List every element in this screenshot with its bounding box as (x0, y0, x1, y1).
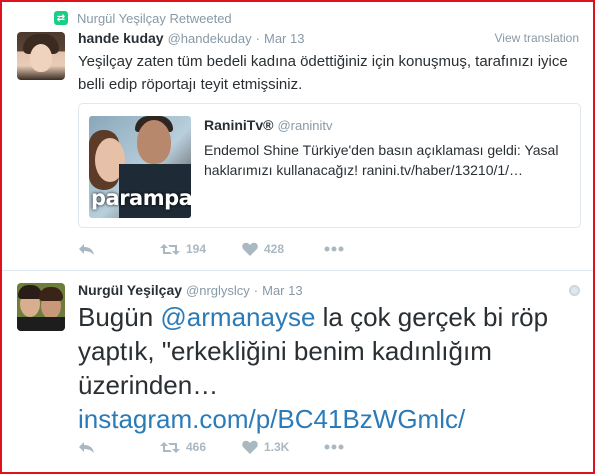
like-count: 1.3K (264, 440, 290, 454)
reply-icon (79, 243, 94, 255)
retweet-icon (160, 243, 180, 255)
reply-button[interactable] (78, 243, 160, 256)
retweet-context-label[interactable]: Nurgül Yeşilçay Retweeted (77, 11, 232, 26)
tweet-header: hande kuday @handekuday · Mar 13 (78, 30, 304, 46)
retweet-context: ⇄ Nurgül Yeşilçay Retweeted (54, 10, 232, 26)
tweet-divider (2, 270, 593, 271)
tweet-actions: 194 428 (78, 242, 344, 256)
tweet-header: Nurgül Yeşilçay @nrglyslcy · Mar 13 (78, 282, 303, 298)
reply-button[interactable] (78, 441, 160, 454)
quoted-tweet-card[interactable]: parampa RaniniTv® @raninitv Endemol Shine… (78, 103, 581, 228)
tweet-text: Bugün @armanayse la çok gerçek bi röp ya… (78, 300, 588, 436)
author-handle[interactable]: @handekuday (168, 31, 252, 46)
tweet-text-start: Bugün (78, 302, 161, 332)
avatar[interactable] (17, 283, 65, 331)
retweet-button[interactable]: 466 (160, 440, 242, 454)
retweet-count: 466 (186, 440, 207, 454)
retweet-count: 194 (186, 242, 207, 256)
separator-dot: · (253, 283, 259, 298)
card-author-handle: @raninitv (277, 118, 333, 133)
screenshot-frame: ⇄ Nurgül Yeşilçay Retweeted hande kuday … (0, 0, 595, 474)
view-translation-link[interactable]: View translation (495, 31, 580, 45)
heart-icon (242, 242, 258, 256)
tweet-timestamp[interactable]: Mar 13 (262, 283, 302, 298)
like-count: 428 (264, 242, 285, 256)
more-icon (324, 444, 344, 450)
card-thumbnail-logo: parampa (91, 186, 191, 210)
author-handle[interactable]: @nrglyslcy (186, 283, 250, 298)
author-name[interactable]: Nurgül Yeşilçay (78, 282, 182, 298)
card-thumbnail: parampa (89, 116, 191, 218)
more-button[interactable] (324, 444, 344, 450)
tweet-text: Yeşilçay zaten tüm bedeli kadına ödettiğ… (78, 53, 568, 93)
card-text: Endemol Shine Türkiye'den basın açıklama… (204, 142, 559, 178)
heart-icon (242, 440, 258, 454)
avatar[interactable] (17, 32, 65, 80)
retweet-icon (160, 441, 180, 453)
more-button[interactable] (324, 246, 344, 252)
tweet-timestamp[interactable]: Mar 13 (264, 31, 304, 46)
card-author-name: RaniniTv® (204, 117, 274, 133)
instagram-link[interactable]: instagram.com/p/BC41BzWGmlc/ (78, 404, 465, 434)
like-button[interactable]: 428 (242, 242, 324, 256)
author-name[interactable]: hande kuday (78, 30, 164, 46)
more-icon (324, 246, 344, 252)
reply-icon (79, 441, 94, 453)
mention-link[interactable]: @armanayse (160, 302, 315, 332)
retweet-badge-icon: ⇄ (54, 11, 68, 25)
globe-icon (569, 285, 580, 296)
separator-dot: · (255, 31, 260, 46)
tweet-actions: 466 1.3K (78, 440, 344, 454)
card-author: RaniniTv® @raninitv (204, 117, 333, 133)
retweet-button[interactable]: 194 (160, 242, 242, 256)
like-button[interactable]: 1.3K (242, 440, 324, 454)
